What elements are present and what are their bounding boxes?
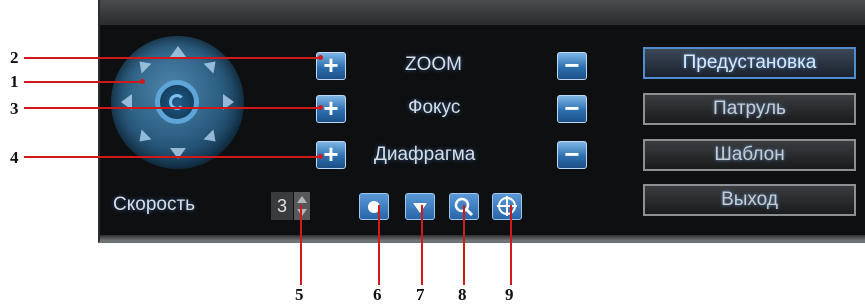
center-target-button[interactable] — [492, 193, 522, 220]
arrow-down-left-icon[interactable] — [134, 129, 152, 147]
callout-dot-4 — [318, 154, 323, 159]
exit-button[interactable]: Выход — [643, 184, 856, 216]
joystick-center-icon[interactable] — [155, 80, 199, 124]
callout-9: 9 — [505, 285, 514, 304]
callout-6: 6 — [373, 285, 382, 304]
callout-line-2 — [24, 57, 320, 59]
callout-2: 2 — [10, 48, 19, 67]
iris-close-button[interactable]: − — [557, 141, 587, 169]
spinner-up-icon[interactable] — [297, 196, 307, 203]
callout-4: 4 — [10, 148, 19, 167]
iris-label: Диафрагма — [374, 144, 476, 165]
callout-line-7 — [421, 205, 423, 285]
callout-dot-1 — [140, 79, 145, 84]
callout-7: 7 — [416, 285, 425, 304]
callout-line-6 — [378, 205, 380, 285]
pattern-button[interactable]: Шаблон — [643, 139, 856, 171]
triangle-icon — [413, 203, 427, 213]
panel-title-bar — [100, 0, 865, 26]
focus-label: Фокус — [408, 97, 461, 118]
speed-value-field[interactable]: 3 — [271, 192, 293, 220]
arrow-down-right-icon[interactable] — [203, 129, 221, 147]
arrow-up-left-icon[interactable] — [134, 56, 152, 74]
callout-3: 3 — [10, 99, 19, 118]
callout-line-1 — [24, 81, 142, 83]
callout-dot-2 — [318, 55, 323, 60]
zoom-label: ZOOM — [405, 54, 462, 75]
callout-line-3 — [24, 107, 320, 109]
arrow-up-icon[interactable] — [170, 46, 186, 57]
callout-1: 1 — [10, 72, 19, 91]
callout-line-9 — [510, 205, 512, 285]
speed-label: Скорость — [113, 194, 196, 215]
crosshair-icon — [497, 196, 517, 216]
patrol-button[interactable]: Патруль — [643, 93, 856, 125]
ptz-joystick[interactable] — [111, 36, 244, 169]
callout-line-5 — [300, 205, 302, 285]
zoom-out-button[interactable]: − — [557, 52, 587, 80]
callout-8: 8 — [458, 285, 467, 304]
arrow-up-right-icon[interactable] — [203, 56, 221, 74]
preset-button[interactable]: Предустановка — [643, 47, 856, 79]
record-dot-icon — [368, 201, 380, 213]
triangle-button[interactable] — [405, 193, 435, 220]
record-button[interactable] — [359, 193, 389, 220]
callout-line-8 — [463, 205, 465, 285]
panel-bottom-border — [100, 235, 865, 241]
focus-far-button[interactable]: − — [557, 95, 587, 123]
callout-line-4 — [24, 156, 320, 158]
callout-dot-3 — [318, 105, 323, 110]
callout-5: 5 — [295, 285, 304, 304]
speed-spinner[interactable] — [294, 192, 310, 220]
spinner-down-icon[interactable] — [297, 209, 307, 216]
